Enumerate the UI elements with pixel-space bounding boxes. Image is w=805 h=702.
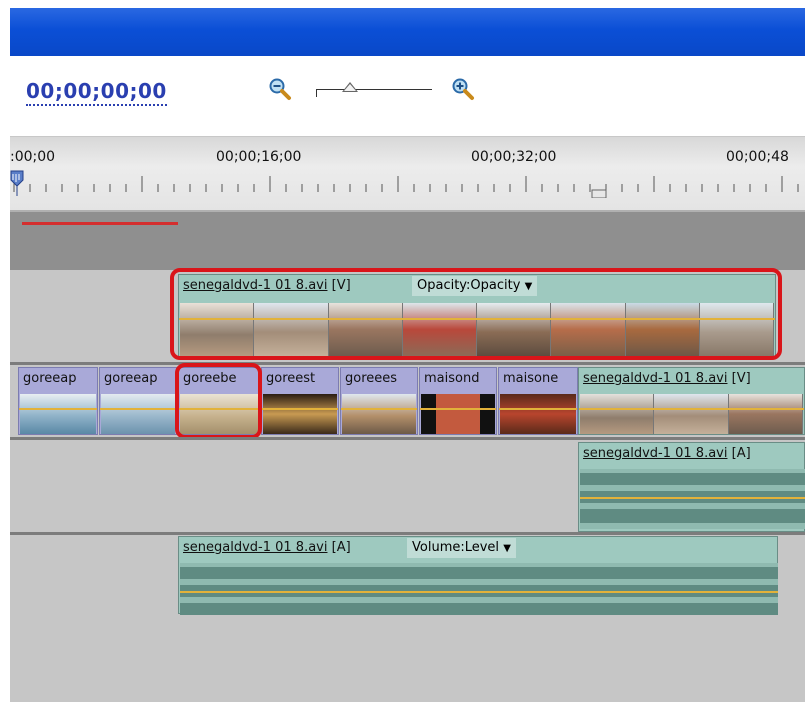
audio-clip[interactable]: senegaldvd-1 01 8.avi [A] xyxy=(578,442,805,532)
ruler-label: 00;00;32;00 xyxy=(471,149,557,165)
opacity-keyframe-line[interactable] xyxy=(499,408,577,410)
clip-filename: senegaldvd-1 01 8.avi xyxy=(183,540,328,555)
thumbnail xyxy=(421,394,495,434)
clip-label: senegaldvd-1 01 8.avi [V] xyxy=(583,371,751,386)
thumbnail xyxy=(500,394,576,434)
video-clip[interactable]: goreest xyxy=(261,367,339,435)
video-clip[interactable]: senegaldvd-1 01 8.avi [V] xyxy=(578,367,805,435)
volume-effect-dropdown[interactable]: Volume:Level ▼ xyxy=(407,538,516,558)
audio-waveform xyxy=(580,469,805,529)
thumbnail xyxy=(101,394,175,434)
opacity-keyframe-line[interactable] xyxy=(420,408,496,410)
opacity-keyframe-line[interactable] xyxy=(579,408,804,410)
clip-tag: [V] xyxy=(731,371,751,386)
clip-filename: senegaldvd-1 01 8.avi xyxy=(583,371,728,386)
zoom-out-icon[interactable] xyxy=(268,77,292,101)
thumbnail xyxy=(654,394,729,434)
zoom-slider-thumb[interactable] xyxy=(342,82,358,92)
ruler-ticks xyxy=(13,176,799,198)
current-timecode[interactable]: 00;00;00;00 xyxy=(26,78,167,106)
ruler-label: 00;00;48 xyxy=(726,149,789,165)
zoom-slider-track[interactable] xyxy=(316,89,432,97)
work-area-bar[interactable] xyxy=(10,212,805,270)
audio-clip[interactable]: senegaldvd-1 01 8.avi [A] Volume:Level ▼ xyxy=(178,536,778,615)
clip-filename: senegaldvd-1 01 8.avi xyxy=(583,446,728,461)
highlight-box xyxy=(170,268,782,360)
effect-label: Volume:Level xyxy=(412,540,500,555)
clip-tag: [A] xyxy=(731,446,751,461)
clip-label: senegaldvd-1 01 8.avi [A] xyxy=(183,540,351,555)
thumbnail xyxy=(580,394,655,434)
opacity-keyframe-line[interactable] xyxy=(262,408,338,410)
zoom-in-icon[interactable] xyxy=(451,77,475,101)
video-clip[interactable]: goreeap xyxy=(99,367,177,435)
thumbnail xyxy=(20,394,96,434)
render-bar xyxy=(22,222,178,225)
dropdown-arrow-icon: ▼ xyxy=(503,543,511,554)
clip-label: maisone xyxy=(503,371,559,386)
clip-label: goreeap xyxy=(23,371,77,386)
thumbnail xyxy=(342,394,416,434)
opacity-keyframe-line[interactable] xyxy=(100,408,176,410)
clip-tag: [A] xyxy=(331,540,351,555)
track-divider xyxy=(10,532,805,535)
video-clip[interactable]: maisond xyxy=(419,367,497,435)
video-clip[interactable]: goreees xyxy=(340,367,418,435)
video-clip[interactable]: maisone xyxy=(498,367,578,435)
playhead-icon[interactable] xyxy=(10,170,24,196)
opacity-keyframe-line[interactable] xyxy=(341,408,417,410)
window-title-bar xyxy=(10,8,805,56)
thumbnail xyxy=(728,394,803,434)
clip-label: maisond xyxy=(424,371,480,386)
video-clip[interactable]: goreeap xyxy=(18,367,98,435)
audio-waveform xyxy=(180,563,778,615)
clip-thumbnails xyxy=(580,394,803,434)
ruler-label: :00;00 xyxy=(10,149,56,165)
highlight-box xyxy=(175,363,262,439)
clip-label: goreest xyxy=(266,371,316,386)
clip-label: goreeap xyxy=(104,371,158,386)
opacity-keyframe-line[interactable] xyxy=(19,408,97,410)
clip-label: goreees xyxy=(345,371,398,386)
time-ruler[interactable]: :00;00 00;00;16;00 00;00;32;00 00;00;48 xyxy=(10,136,805,211)
ruler-label: 00;00;16;00 xyxy=(216,149,302,165)
clip-label: senegaldvd-1 01 8.avi [A] xyxy=(583,446,751,461)
thumbnail xyxy=(263,394,337,434)
